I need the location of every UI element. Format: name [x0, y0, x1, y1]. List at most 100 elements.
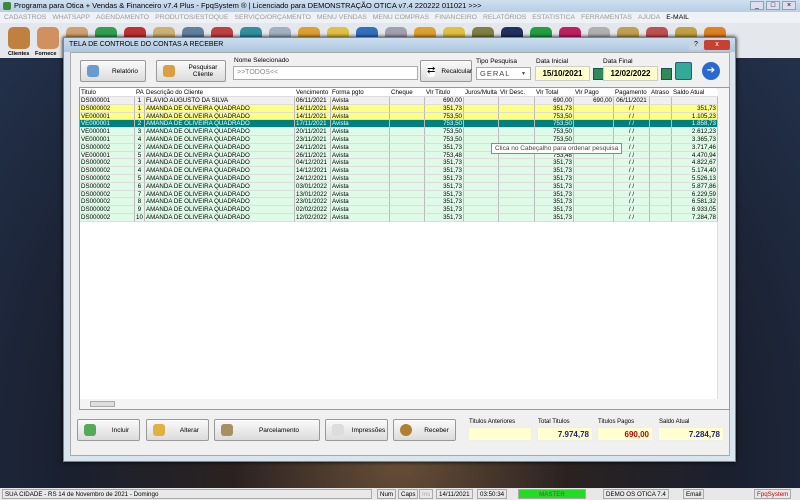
scroll-thumb[interactable] [90, 401, 115, 407]
table-row[interactable]: DS000002 5 AMANDA DE OLIVEIRA QUADRADO 24/1… [80, 175, 718, 183]
table-row[interactable]: VE000001 3 AMANDA DE OLIVEIRA QUADRADO 20/1… [80, 128, 718, 136]
toolbar-fornece-label[interactable]: Fornece [35, 51, 56, 57]
table-row[interactable]: DS000002 6 AMANDA DE OLIVEIRA QUADRADO 03/0… [80, 182, 718, 191]
installments-icon [221, 424, 233, 436]
table-cell: Avista [331, 214, 390, 222]
table-cell [650, 167, 672, 175]
table-row[interactable]: DS000002 1 AMANDA DE OLIVEIRA QUADRADO 14/1… [80, 104, 718, 113]
table-cell: 1 [135, 112, 145, 121]
column-header[interactable]: Descrição do Cliente [145, 89, 295, 97]
table-cell [574, 167, 614, 175]
receber-button[interactable]: Receber [393, 419, 456, 441]
column-header[interactable]: Forma pgto [331, 89, 390, 97]
minimize-button[interactable]: _ [750, 1, 764, 10]
table-cell: AMANDA DE OLIVEIRA QUADRADO [145, 104, 295, 113]
table-cell: 1.105,23 [672, 112, 718, 121]
table-cell: Avista [331, 182, 390, 191]
table-row[interactable]: DS000001 1 FLÁVIO AUGUSTO DA SILVA 06/11/20… [80, 97, 718, 105]
column-header[interactable]: Atraso [650, 89, 672, 97]
table-cell [574, 190, 614, 199]
column-header[interactable]: Cheque [390, 89, 425, 97]
nome-selecionado-input[interactable]: >>TODOS<< [233, 66, 418, 80]
menu-servi-o-or-amento[interactable]: SERVIÇO/ORÇAMENTO [234, 12, 310, 23]
parcelamento-button[interactable]: Parcelamento [214, 419, 320, 441]
pesquisar-cliente-button[interactable]: Pesquisar Cliente [156, 60, 226, 82]
table-cell [464, 97, 499, 105]
table-row[interactable]: DS000002 9 AMANDA DE OLIVEIRA QUADRADO 02/0… [80, 206, 718, 214]
column-header[interactable]: Vencimento [295, 89, 331, 97]
table-cell [650, 136, 672, 144]
column-header[interactable]: Vlr Desc. [499, 89, 535, 97]
toolbar-icon[interactable] [37, 27, 59, 49]
tipo-pesquisa-select[interactable]: GERAL ▼ [476, 67, 531, 80]
table-cell [499, 190, 535, 199]
table-row[interactable]: VE000001 2 AMANDA DE OLIVEIRA QUADRADO 17/1… [80, 120, 718, 129]
table-row[interactable]: DS000002 4 AMANDA DE OLIVEIRA QUADRADO 14/1… [80, 167, 718, 175]
table-row[interactable]: DS000002 7 AMANDA DE OLIVEIRA QUADRADO 13/0… [80, 190, 718, 199]
table-cell: 3.365,73 [672, 136, 718, 144]
refresh-icon[interactable] [675, 62, 692, 80]
maximize-button[interactable]: □ [766, 1, 780, 10]
table-cell [390, 112, 425, 121]
arrow-right-icon[interactable]: ➔ [702, 62, 720, 80]
table-cell: 351,73 [425, 182, 464, 191]
table-cell [464, 104, 499, 113]
horizontal-scrollbar[interactable] [80, 399, 718, 409]
data-final-input[interactable]: 12/02/2022 [603, 66, 658, 81]
menu-produtos-estoque[interactable]: PRODUTOS/ESTOQUE [155, 12, 228, 23]
menu-ajuda[interactable]: AJUDA [638, 12, 660, 23]
table-cell: AMANDA DE OLIVEIRA QUADRADO [145, 214, 295, 222]
recalcular-button[interactable]: ⇄ Recalcular [420, 60, 472, 82]
column-header[interactable]: PA [135, 89, 145, 97]
menu-e-mail[interactable]: E-MAIL [666, 12, 689, 23]
menu-menu-compras[interactable]: MENU COMPRAS [373, 12, 429, 23]
help-button[interactable]: ? [689, 40, 703, 50]
menu-financeiro[interactable]: FINANCEIRO [435, 12, 477, 23]
column-header[interactable]: Vlr Total [535, 89, 574, 97]
table-row[interactable]: DS000002 8 AMANDA DE OLIVEIRA QUADRADO 23/0… [80, 198, 718, 207]
relatorio-button[interactable]: Relatório [80, 60, 146, 82]
table-row[interactable]: VE000001 5 AMANDA DE OLIVEIRA QUADRADO 26/1… [80, 151, 718, 160]
table-cell [464, 112, 499, 121]
calendar-icon[interactable] [661, 68, 672, 80]
close-window-button[interactable]: × [782, 1, 796, 10]
menu-ferramentas[interactable]: FERRAMENTAS [581, 12, 632, 23]
column-header[interactable]: Vlr Pago [574, 89, 614, 97]
column-header[interactable]: Vlr Titulo [425, 89, 464, 97]
incluir-button[interactable]: Incluir [77, 419, 140, 441]
toolbar-icon[interactable] [8, 27, 30, 49]
email-button[interactable]: Email [683, 489, 705, 499]
table-cell [464, 159, 499, 168]
toolbar-clientes-label[interactable]: Clientes [8, 51, 29, 57]
table-cell: 753,50 [535, 120, 574, 129]
vertical-scrollbar[interactable] [717, 88, 729, 409]
table-row[interactable]: DS000002 2 AMANDA DE OLIVEIRA QUADRADO 24/1… [80, 143, 718, 152]
column-header[interactable]: Pagamento [614, 89, 650, 97]
table-header[interactable]: Titulo PA Descrição do Cliente Vencimento Fo… [80, 89, 718, 97]
menu-whatsapp[interactable]: WHATSAPP [52, 12, 90, 23]
impressoes-button[interactable]: Impressões [325, 419, 388, 441]
table-cell: DS000002 [80, 167, 135, 175]
table-cell: 13/01/2022 [295, 190, 331, 199]
column-header[interactable]: Juros/Multa [464, 89, 499, 97]
table-cell [464, 206, 499, 214]
table-row[interactable]: VE000001 4 AMANDA DE OLIVEIRA QUADRADO 23/1… [80, 136, 718, 144]
status-ins: Ins [419, 489, 434, 499]
menu-estatistica[interactable]: ESTATISTICA [532, 12, 575, 23]
close-dialog-button[interactable]: x [704, 40, 730, 50]
menu-relat-rios[interactable]: RELATÓRIOS [483, 12, 526, 23]
column-header[interactable]: Saldo Atual [672, 89, 718, 97]
table-row[interactable]: DS000002 10 AMANDA DE OLIVEIRA QUADRADO 12/… [80, 214, 718, 222]
data-inicial-input[interactable]: 15/10/2021 [535, 66, 590, 81]
menu-agendamento[interactable]: AGENDAMENTO [96, 12, 149, 23]
table-cell: 3 [135, 159, 145, 168]
table-cell: 14/12/2021 [295, 167, 331, 175]
column-header[interactable]: Titulo [80, 89, 135, 97]
table-row[interactable]: VE000001 1 AMANDA DE OLIVEIRA QUADRADO 14/1… [80, 112, 718, 121]
menu-menu-vendas[interactable]: MENU VENDAS [317, 12, 367, 23]
table-cell: 351,73 [425, 175, 464, 183]
menu-cadastros[interactable]: CADASTROS [4, 12, 46, 23]
alterar-button[interactable]: Alterar [146, 419, 209, 441]
table-row[interactable]: DS000002 3 AMANDA DE OLIVEIRA QUADRADO 04/1… [80, 159, 718, 168]
table-cell: 753,50 [425, 128, 464, 136]
